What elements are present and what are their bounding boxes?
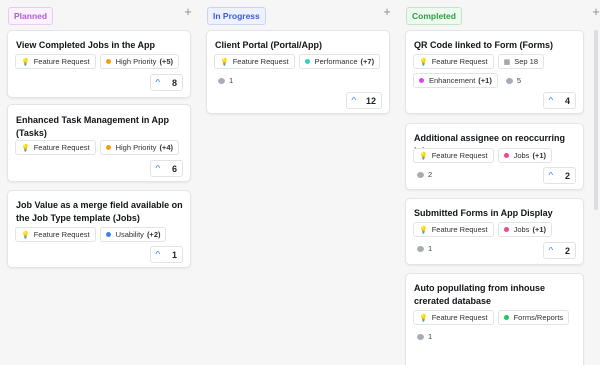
- lightbulb-icon: 💡: [21, 144, 30, 152]
- vote-count: 4: [564, 95, 570, 106]
- lightbulb-icon: 💡: [21, 231, 30, 239]
- tag-priority: High Priority (+5): [99, 54, 179, 69]
- tag-jobs: Jobs (+1): [497, 222, 552, 237]
- tag-feature-request: 💡 Feature Request: [214, 54, 295, 69]
- chevron-up-icon: ^: [155, 78, 161, 87]
- tag-priority: High Priority (+4): [99, 140, 179, 155]
- tag-feature-request: 💡 Feature Request: [413, 54, 494, 69]
- tag-feature-request: 💡 Feature Request: [413, 148, 494, 163]
- upvote-button[interactable]: ^ 4: [543, 92, 576, 109]
- vote-count: 2: [564, 245, 570, 256]
- lightbulb-icon: 💡: [419, 314, 428, 322]
- dot-icon: [503, 315, 509, 320]
- vote-count: 1: [171, 249, 177, 260]
- tag-forms-reports: Forms/Reports: [497, 310, 570, 325]
- vote-count: 8: [171, 77, 177, 88]
- dot-icon: [105, 145, 111, 150]
- card-title: Auto popullating from inhouse crerated d…: [414, 283, 545, 306]
- column-in-progress: In Progress + Client Portal (Portal/App)…: [206, 0, 392, 365]
- tag-enhancement: Enhancement (+1): [413, 73, 498, 88]
- dot-icon: [419, 78, 424, 83]
- lightbulb-icon: 💡: [21, 58, 30, 66]
- tag-feature-request: 💡 Feature Request: [15, 54, 96, 69]
- chevron-up-icon: ^: [548, 246, 554, 255]
- dot-icon: [105, 232, 111, 237]
- vote-count: 6: [171, 163, 177, 174]
- card-title: QR Code linked to Form (Forms): [414, 40, 554, 50]
- vote-count: 2: [564, 170, 570, 181]
- lightbulb-icon: 💡: [419, 58, 428, 66]
- status-badge-completed[interactable]: Completed: [406, 7, 462, 25]
- comment-count: 5: [502, 73, 525, 88]
- tag-usability: Usability (+2): [99, 227, 167, 242]
- dot-icon: [503, 153, 509, 158]
- comment-icon: [417, 245, 424, 252]
- tag-jobs: Jobs (+1): [497, 148, 552, 163]
- vote-count: 12: [365, 95, 376, 106]
- tag-feature-request: 💡 Feature Request: [413, 310, 494, 325]
- comment-icon: [218, 77, 225, 84]
- comment-icon: [505, 77, 513, 84]
- chevron-up-icon: ^: [548, 171, 554, 180]
- chevron-up-icon: ^: [155, 250, 161, 259]
- post-card[interactable]: QR Code linked to Form (Forms) 💡 Feature …: [405, 30, 584, 114]
- chevron-up-icon: ^: [155, 164, 161, 173]
- plus-icon[interactable]: +: [380, 5, 394, 20]
- upvote-button[interactable]: ^ 12: [346, 92, 382, 109]
- post-card[interactable]: Job Value as a merge field available on …: [7, 190, 191, 268]
- column-planned: Planned + View Completed Jobs in the App…: [7, 0, 193, 365]
- scrollbar[interactable]: [594, 30, 598, 210]
- column-header: In Progress +: [206, 0, 392, 30]
- dot-icon: [304, 59, 310, 64]
- dot-icon: [503, 227, 509, 232]
- tag-feature-request: 💡 Feature Request: [15, 227, 96, 242]
- chevron-up-icon: ^: [548, 96, 554, 105]
- tag-feature-request: 💡 Feature Request: [15, 140, 96, 155]
- column-header: Planned +: [7, 0, 193, 30]
- post-card[interactable]: Client Portal (Portal/App) 💡 Feature Requ…: [206, 30, 390, 114]
- upvote-button[interactable]: ^ 6: [150, 160, 183, 177]
- tag-date: ▦ Sep 18: [497, 54, 544, 69]
- upvote-button[interactable]: ^ 2: [543, 167, 576, 184]
- lightbulb-icon: 💡: [220, 58, 229, 66]
- post-card[interactable]: Submitted Forms in App Display Location …: [405, 198, 584, 265]
- post-card[interactable]: Additional assignee on reoccurring jobs …: [405, 123, 584, 190]
- upvote-button[interactable]: ^ 8: [150, 74, 183, 91]
- tag-feature-request: 💡 Feature Request: [413, 222, 494, 237]
- comment-icon: [417, 333, 424, 340]
- status-badge-in-progress[interactable]: In Progress: [207, 7, 266, 25]
- comment-count: 1: [214, 73, 237, 88]
- column-header: Completed +: [405, 0, 600, 30]
- lightbulb-icon: 💡: [419, 226, 428, 234]
- tag-performance: Performance (+7): [298, 54, 381, 69]
- upvote-button[interactable]: ^ 1: [150, 246, 183, 263]
- calendar-icon: ▦: [503, 58, 511, 66]
- card-title: Job Value as a merge field available on …: [16, 200, 183, 223]
- comment-count: 1: [413, 329, 436, 344]
- post-card[interactable]: View Completed Jobs in the App (Jobs) 💡F…: [7, 30, 191, 98]
- comment-icon: [417, 171, 424, 178]
- post-card[interactable]: Auto popullating from inhouse crerated d…: [405, 273, 584, 365]
- comment-count: 1: [413, 241, 436, 256]
- chevron-up-icon: ^: [351, 96, 357, 105]
- status-badge-planned[interactable]: Planned: [8, 7, 54, 25]
- upvote-button[interactable]: ^ 2: [543, 242, 576, 259]
- plus-icon[interactable]: +: [589, 5, 600, 20]
- card-title: Client Portal (Portal/App): [215, 40, 323, 50]
- plus-icon[interactable]: +: [181, 5, 195, 20]
- dot-icon: [105, 59, 111, 64]
- comment-count: 2: [413, 167, 436, 182]
- post-card[interactable]: Enhanced Task Management in App (Tasks) …: [7, 104, 191, 182]
- column-completed: Completed + QR Code linked to Form (Form…: [405, 0, 600, 365]
- lightbulb-icon: 💡: [419, 152, 428, 160]
- card-title: Enhanced Task Management in App (Tasks): [16, 115, 170, 138]
